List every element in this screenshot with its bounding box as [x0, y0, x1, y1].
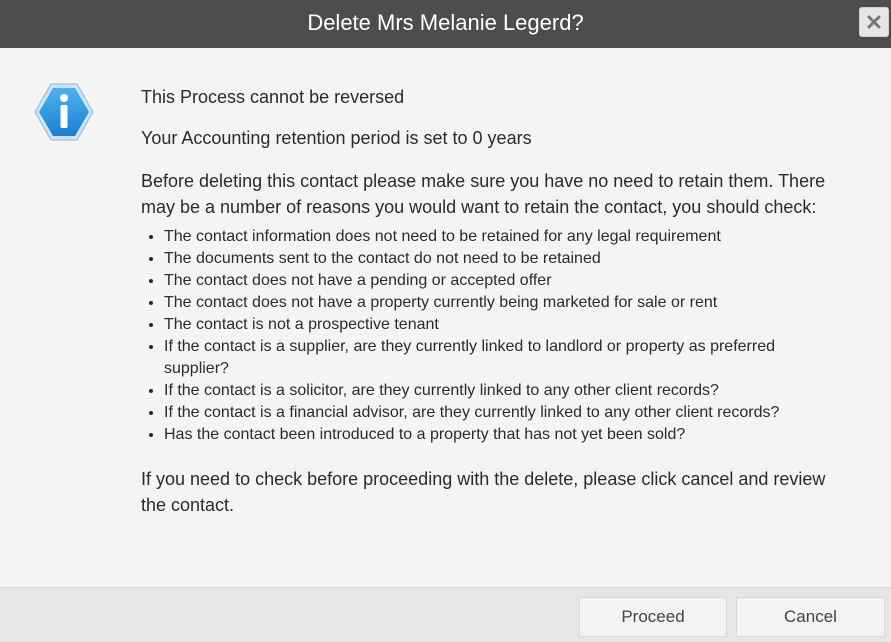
list-item: If the contact is a supplier, are they c…	[164, 336, 841, 380]
dialog-content: This Process cannot be reversed Your Acc…	[141, 86, 841, 518]
closing-paragraph: If you need to check before proceeding w…	[141, 469, 826, 515]
list-item: Has the contact been introduced to a pro…	[164, 424, 841, 446]
irreversible-warning: This Process cannot be reversed	[141, 87, 405, 107]
checklist: The contact information does not need to…	[141, 226, 841, 446]
close-button[interactable]	[859, 7, 889, 37]
list-item: If the contact is a solicitor, are they …	[164, 380, 841, 402]
dialog-footer: Proceed Cancel	[0, 587, 891, 642]
list-item: The contact does not have a pending or a…	[164, 270, 841, 292]
retention-period-text: Your Accounting retention period is set …	[141, 128, 532, 148]
list-item: The contact is not a prospective tenant	[164, 314, 841, 336]
dialog-titlebar: Delete Mrs Melanie Legerd?	[0, 0, 891, 48]
proceed-button[interactable]: Proceed	[579, 597, 727, 637]
cancel-button[interactable]: Cancel	[736, 597, 885, 637]
close-icon	[867, 15, 881, 29]
intro-paragraph: Before deleting this contact please make…	[141, 171, 826, 217]
dialog-title: Delete Mrs Melanie Legerd?	[307, 10, 584, 35]
list-item: The contact does not have a property cur…	[164, 292, 841, 314]
info-icon	[34, 83, 94, 141]
delete-contact-dialog: Delete Mrs Melanie Legerd? This Process …	[0, 0, 891, 642]
list-item: The documents sent to the contact do not…	[164, 248, 841, 270]
list-item: If the contact is a financial advisor, a…	[164, 402, 841, 424]
list-item: The contact information does not need to…	[164, 226, 841, 248]
